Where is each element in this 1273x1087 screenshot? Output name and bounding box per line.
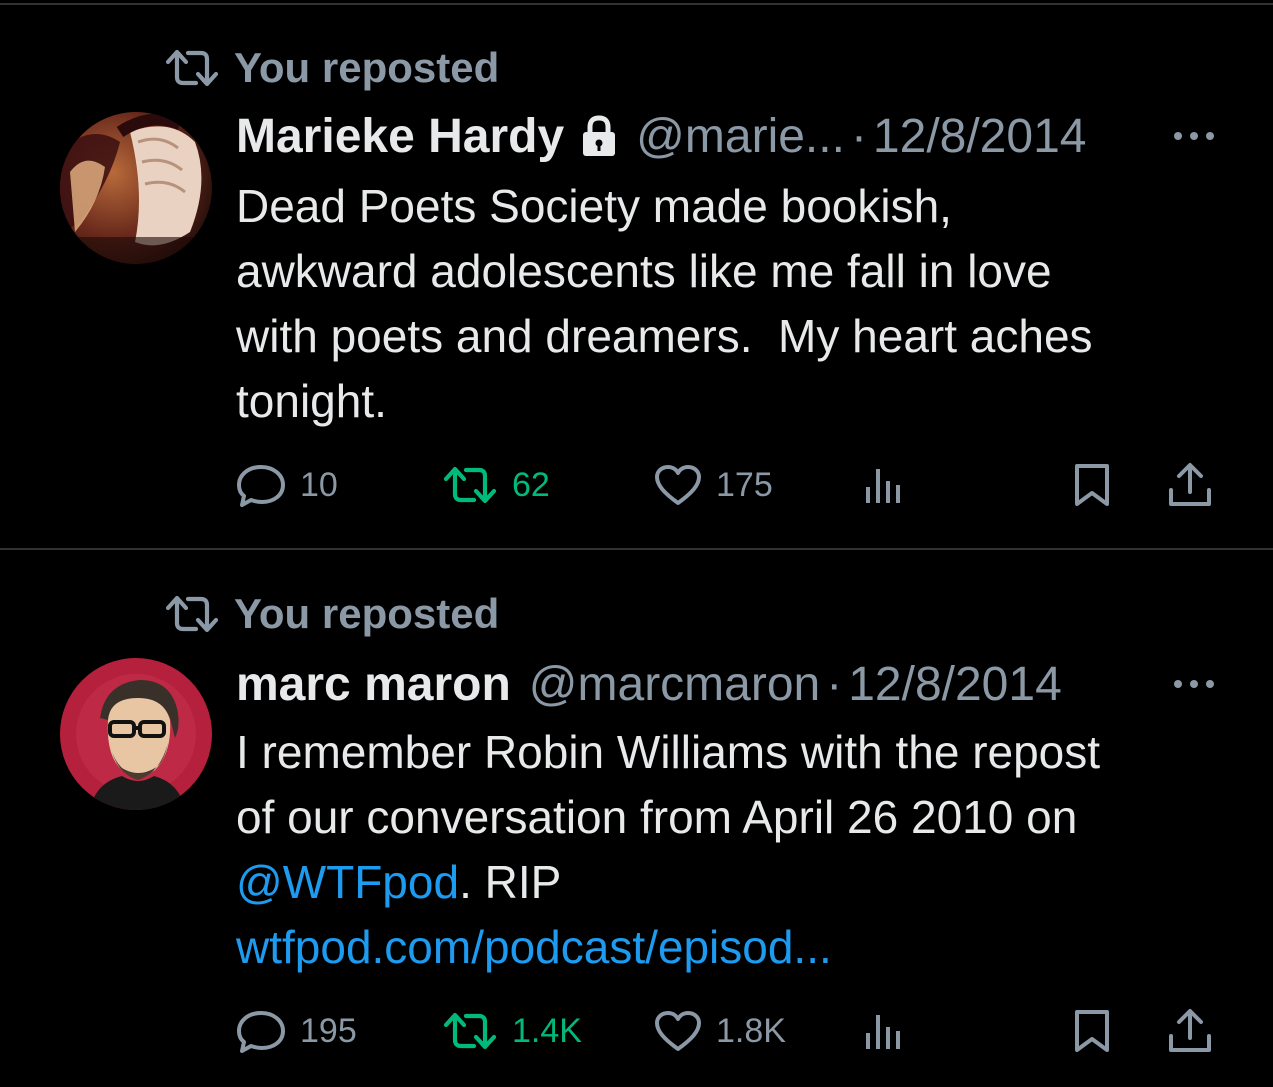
display-name[interactable]: Marieke Hardy [236,109,564,164]
repost-icon [443,1012,497,1050]
tweet-header: Marieke Hardy @marie... · 12/8/2014 [236,106,1086,166]
repost-count: 1.4K [512,1011,582,1050]
reply-icon [237,1011,285,1053]
repost-label: You reposted [234,590,500,637]
tweet-header: marc maron @marcmaron · 12/8/2014 [236,654,1062,714]
repost-context: You reposted [164,589,499,639]
action-bar: 10 62 175 [236,455,1236,515]
repost-label: You reposted [234,44,500,91]
views-icon [866,1015,900,1049]
reply-count: 10 [300,465,338,504]
tweet-text: I remember Robin Williams with the repos… [236,720,1246,980]
handle[interactable]: @marie... [636,109,845,164]
tweet-text-line: wtfpod.com/podcast/episod... [236,915,1246,980]
reply-button[interactable]: 10 [236,455,338,515]
reply-count: 195 [300,1011,357,1050]
more-icon[interactable] [1170,674,1218,694]
tweet-text: Dead Poets Society made bookish, awkward… [236,174,1246,434]
tweet-marc-maron[interactable]: You reposted marc maron @marcmaron · 12/… [0,550,1273,1087]
repost-count: 62 [512,465,550,504]
tweet-text-line: with poets and dreamers. My heart aches [236,310,1093,362]
mention-link[interactable]: @WTFpod [236,856,459,908]
repost-icon [165,595,219,633]
bookmark-icon [1075,1010,1109,1052]
repost-icon [443,466,497,504]
share-icon [1169,463,1211,506]
bookmark-icon [1075,464,1109,506]
tweet-text-line: @WTFpod. RIP [236,850,1246,915]
share-icon [1169,1009,1211,1052]
avatar-portrait-photo [60,112,212,264]
url-link[interactable]: wtfpod.com/podcast/episod... [236,921,832,973]
mention-suffix: . RIP [459,856,562,908]
display-name[interactable]: marc maron [236,657,511,712]
lock-icon [583,115,616,156]
tweet-text-line: I remember Robin Williams with the repos… [236,726,1101,778]
tweet-text-line: Dead Poets Society made bookish, [236,180,952,232]
share-button[interactable] [1166,1001,1214,1061]
separator-dot: · [826,657,843,711]
timestamp[interactable]: 12/8/2014 [873,109,1087,164]
heart-icon [655,1011,701,1051]
tweet-text-line: tonight. [236,375,387,427]
avatar[interactable] [60,112,212,264]
share-button[interactable] [1166,455,1214,515]
like-button[interactable]: 175 [654,455,773,515]
more-icon[interactable] [1170,126,1218,146]
avatar-illustrated-portrait [60,658,212,810]
repost-button[interactable]: 62 [442,455,550,515]
bookmark-button[interactable] [1072,455,1112,515]
separator-dot: · [850,109,867,163]
repost-context: You reposted [164,43,499,93]
repost-button[interactable]: 1.4K [442,1001,582,1061]
views-button[interactable] [862,1001,906,1061]
reply-icon [237,465,285,507]
repost-icon [165,49,219,87]
tweet-text-line: of our conversation from April 26 2010 o… [236,791,1078,843]
bookmark-button[interactable] [1072,1001,1112,1061]
timestamp[interactable]: 12/8/2014 [848,657,1062,712]
views-button[interactable] [862,455,906,515]
handle[interactable]: @marcmaron [529,657,820,712]
like-button[interactable]: 1.8K [654,1001,786,1061]
like-count: 1.8K [716,1011,786,1050]
like-count: 175 [716,465,773,504]
tweet-text-line: awkward adolescents like me fall in love [236,245,1052,297]
tweet-marieke-hardy[interactable]: You reposted Marieke Hardy @marie... · 1… [0,0,1273,550]
avatar[interactable] [60,658,212,810]
heart-icon [655,465,701,505]
action-bar: 195 1.4K 1.8K [236,1001,1236,1061]
reply-button[interactable]: 195 [236,1001,357,1061]
views-icon [866,469,900,503]
